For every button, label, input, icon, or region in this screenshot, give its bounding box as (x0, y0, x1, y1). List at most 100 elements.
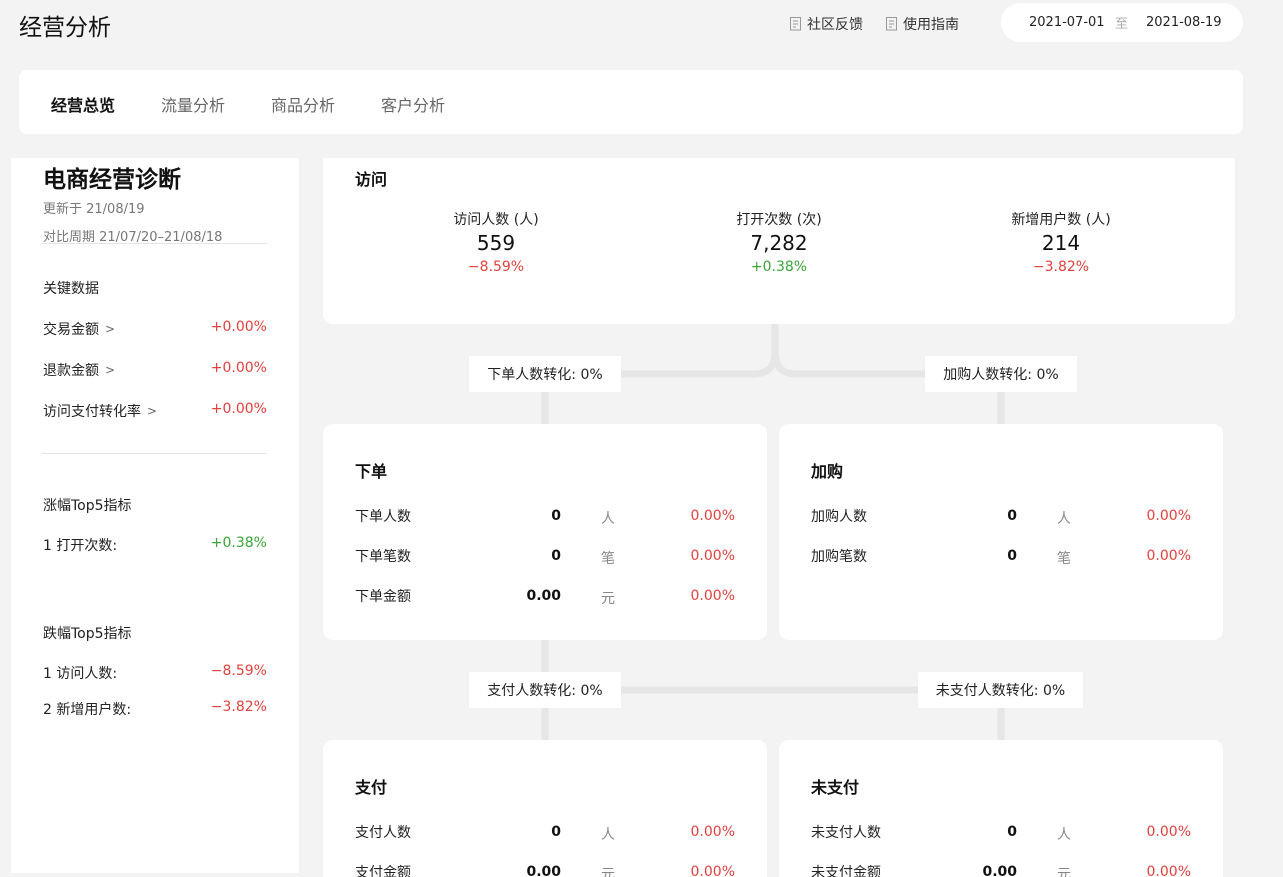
key-item-label: 访问支付转化率 (43, 404, 141, 420)
order-conversion-tag: 下单人数转化: 0% (469, 356, 621, 392)
top-fall-item: 1 访问人数: −8.59% (43, 663, 267, 683)
top-fall-item-value: −8.59% (210, 663, 267, 679)
feedback-label: 社区反馈 (807, 17, 863, 33)
stat-label: 支付人数 (355, 825, 411, 841)
stat-value: 0.00 (526, 864, 561, 877)
stat-value: 0.00 (982, 864, 1017, 877)
stat-label: 下单金额 (355, 589, 411, 605)
stat-value: 0 (1007, 824, 1017, 840)
stat-label: 未支付人数 (811, 825, 881, 841)
metric-value: 7,282 (750, 231, 808, 255)
date-range-picker[interactable]: 2021-07-01 至 2021-08-19 (1001, 3, 1243, 42)
stat-unit: 元 (601, 867, 615, 877)
metric-visitors: 访问人数 (人) 559 −8.59% (386, 209, 606, 275)
tab-bar: 经营总览 流量分析 商品分析 客户分析 (19, 70, 1243, 134)
stat-percent: 0.00% (690, 508, 735, 524)
stat-value: 0.00 (526, 588, 561, 604)
stat-value: 0 (551, 508, 561, 524)
stat-percent: 0.00% (690, 548, 735, 564)
diagnosis-sidebar: 电商经营诊断 更新于 21/08/19 对比周期 21/07/20–21/08/… (11, 158, 299, 873)
stat-unit: 元 (601, 591, 615, 607)
stat-percent: 0.00% (690, 864, 735, 877)
stat-row: 加购人数 0 人 0.00% (811, 506, 1191, 528)
unpaid-conversion-tag: 未支付人数转化: 0% (918, 672, 1083, 708)
stat-unit: 笔 (601, 551, 615, 567)
stat-value: 0 (1007, 548, 1017, 564)
tab-traffic[interactable]: 流量分析 (161, 92, 225, 116)
chevron-right-icon: > (105, 363, 116, 377)
top-fall-item-value: −3.82% (210, 699, 267, 715)
metric-change: −3.82% (1032, 259, 1090, 275)
key-item-value: +0.00% (210, 360, 267, 376)
document-icon (886, 17, 897, 31)
stat-unit: 人 (1057, 827, 1071, 843)
tab-products[interactable]: 商品分析 (271, 92, 335, 116)
sidebar-title: 电商经营诊断 (43, 167, 181, 193)
cart-conversion-tag: 加购人数转化: 0% (925, 356, 1077, 392)
key-item-label: 退款金额 (43, 363, 99, 379)
stat-unit: 元 (1057, 867, 1071, 877)
metric-label: 访问人数 (人) (453, 212, 539, 228)
stat-percent: 0.00% (1146, 548, 1191, 564)
stat-value: 0 (551, 824, 561, 840)
stat-unit: 人 (1057, 511, 1071, 527)
visit-card: 访问 访问人数 (人) 559 −8.59% 打开次数 (次) 7,282 +0… (323, 158, 1235, 324)
key-item-trade-amount[interactable]: 交易金额 > +0.00% (43, 319, 267, 339)
stat-unit: 笔 (1057, 551, 1071, 567)
page-title: 经营分析 (19, 15, 111, 41)
stat-unit: 人 (601, 827, 615, 843)
stat-percent: 0.00% (1146, 508, 1191, 524)
stat-percent: 0.00% (1146, 864, 1191, 877)
date-separator: 至 (1115, 17, 1129, 32)
key-item-visit-pay-conversion[interactable]: 访问支付转化率 > +0.00% (43, 401, 267, 421)
stat-percent: 0.00% (690, 588, 735, 604)
top-fall-item-label: 2 新增用户数: (43, 702, 132, 718)
stat-label: 未支付金额 (811, 865, 881, 877)
stat-unit: 人 (601, 511, 615, 527)
stat-label: 加购人数 (811, 509, 867, 525)
guide-label: 使用指南 (903, 17, 959, 33)
stat-percent: 0.00% (690, 824, 735, 840)
pay-card: 支付 支付人数 0 人 0.00% 支付金额 0.00 元 0.00% (323, 740, 767, 877)
pay-title: 支付 (355, 778, 388, 797)
pay-conversion-tag: 支付人数转化: 0% (469, 672, 621, 708)
metric-change: +0.38% (750, 259, 808, 275)
metric-label: 新增用户数 (人) (1011, 212, 1111, 228)
stat-row: 支付人数 0 人 0.00% (355, 822, 735, 844)
stat-row: 加购笔数 0 笔 0.00% (811, 546, 1191, 568)
divider (42, 243, 267, 244)
key-data-label: 关键数据 (43, 281, 99, 297)
date-end[interactable]: 2021-08-19 (1146, 15, 1222, 30)
stat-value: 0 (1007, 508, 1017, 524)
feedback-link[interactable]: 社区反馈 (790, 14, 863, 34)
document-icon (790, 17, 801, 31)
order-title: 下单 (355, 462, 388, 481)
chevron-right-icon: > (147, 404, 158, 418)
stat-row: 下单金额 0.00 元 0.00% (355, 586, 735, 608)
date-start[interactable]: 2021-07-01 (1029, 15, 1105, 30)
order-card: 下单 下单人数 0 人 0.00% 下单笔数 0 笔 0.00% 下单金额 0.… (323, 424, 767, 640)
top-fall-item-label: 1 访问人数: (43, 666, 118, 682)
guide-link[interactable]: 使用指南 (886, 14, 959, 34)
stat-label: 下单笔数 (355, 549, 411, 565)
tab-customers[interactable]: 客户分析 (381, 92, 445, 116)
stat-row: 下单笔数 0 笔 0.00% (355, 546, 735, 568)
stat-percent: 0.00% (1146, 824, 1191, 840)
key-item-value: +0.00% (210, 319, 267, 335)
cart-card: 加购 加购人数 0 人 0.00% 加购笔数 0 笔 0.00% (779, 424, 1223, 640)
metric-opens: 打开次数 (次) 7,282 +0.38% (669, 209, 889, 275)
key-item-refund-amount[interactable]: 退款金额 > +0.00% (43, 360, 267, 380)
tab-overview[interactable]: 经营总览 (51, 92, 115, 116)
metric-change: −8.59% (467, 259, 525, 275)
metric-value: 559 (476, 231, 516, 255)
visit-title: 访问 (355, 170, 388, 189)
top-rise-item-label: 1 打开次数: (43, 538, 118, 554)
top-fall-item: 2 新增用户数: −3.82% (43, 699, 267, 719)
stat-row: 未支付人数 0 人 0.00% (811, 822, 1191, 844)
top-rise-item-value: +0.38% (210, 535, 267, 551)
top-fall-label: 跌幅Top5指标 (43, 626, 132, 642)
unpaid-card: 未支付 未支付人数 0 人 0.00% 未支付金额 0.00 元 0.00% (779, 740, 1223, 877)
divider (42, 453, 267, 454)
chevron-right-icon: > (105, 322, 116, 336)
key-item-label: 交易金额 (43, 322, 99, 338)
